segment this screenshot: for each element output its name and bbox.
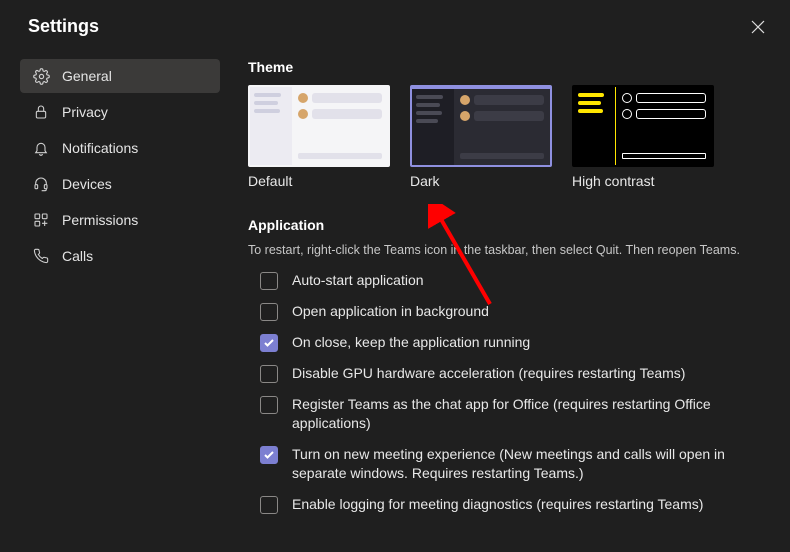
sidebar-item-privacy[interactable]: Privacy [20,95,220,129]
apps-icon [32,211,50,229]
checkbox-auto-start[interactable]: Auto-start application [260,271,772,290]
theme-hc-thumb [572,85,714,167]
checkbox-label: On close, keep the application running [292,333,530,352]
theme-default-thumb [248,85,390,167]
application-heading: Application [248,217,772,233]
sidebar-item-general[interactable]: General [20,59,220,93]
sidebar-item-label: Devices [62,176,112,192]
checkbox-enable-logging[interactable]: Enable logging for meeting diagnostics (… [260,495,772,514]
theme-dark[interactable]: Dark [410,85,552,189]
sidebar-item-label: Privacy [62,104,108,120]
checkbox-register-office[interactable]: Register Teams as the chat app for Offic… [260,395,772,433]
checkbox-disable-gpu[interactable]: Disable GPU hardware acceleration (requi… [260,364,772,383]
checkbox-icon [260,446,278,464]
checkbox-label: Disable GPU hardware acceleration (requi… [292,364,685,383]
checkbox-label: Open application in background [292,302,489,321]
application-section: Application To restart, right-click the … [248,217,772,514]
gear-icon [32,67,50,85]
theme-dark-thumb [410,85,552,167]
checkbox-icon [260,334,278,352]
titlebar: Settings [0,0,790,41]
main-panel: Theme [220,53,790,552]
checkbox-icon [260,303,278,321]
sidebar-item-calls[interactable]: Calls [20,239,220,273]
theme-label: High contrast [572,173,714,189]
theme-default[interactable]: Default [248,85,390,189]
theme-options: Default [248,85,772,189]
sidebar-item-label: Permissions [62,212,138,228]
page-title: Settings [28,16,99,37]
sidebar-item-label: Notifications [62,140,138,156]
theme-high-contrast[interactable]: High contrast [572,85,714,189]
checkbox-icon [260,396,278,414]
checkbox-label: Enable logging for meeting diagnostics (… [292,495,703,514]
checkbox-icon [260,272,278,290]
checkbox-open-background[interactable]: Open application in background [260,302,772,321]
application-options: Auto-start application Open application … [248,271,772,514]
theme-section: Theme [248,59,772,189]
theme-heading: Theme [248,59,772,75]
sidebar-item-devices[interactable]: Devices [20,167,220,201]
sidebar-item-permissions[interactable]: Permissions [20,203,220,237]
checkbox-icon [260,496,278,514]
bell-icon [32,139,50,157]
checkbox-label: Auto-start application [292,271,424,290]
close-icon [751,20,765,34]
close-button[interactable] [748,17,768,37]
lock-icon [32,103,50,121]
application-description: To restart, right-click the Teams icon i… [248,243,772,257]
theme-label: Default [248,173,390,189]
settings-window: Settings General Privacy [0,0,790,552]
sidebar-item-label: Calls [62,248,93,264]
body: General Privacy Notifications Devices [0,41,790,552]
checkbox-new-meeting-experience[interactable]: Turn on new meeting experience (New meet… [260,445,772,483]
headset-icon [32,175,50,193]
checkbox-icon [260,365,278,383]
sidebar-item-notifications[interactable]: Notifications [20,131,220,165]
checkbox-label: Register Teams as the chat app for Offic… [292,395,752,433]
phone-icon [32,247,50,265]
checkbox-keep-running[interactable]: On close, keep the application running [260,333,772,352]
sidebar: General Privacy Notifications Devices [20,53,220,552]
sidebar-item-label: General [62,68,112,84]
theme-label: Dark [410,173,552,189]
checkbox-label: Turn on new meeting experience (New meet… [292,445,752,483]
